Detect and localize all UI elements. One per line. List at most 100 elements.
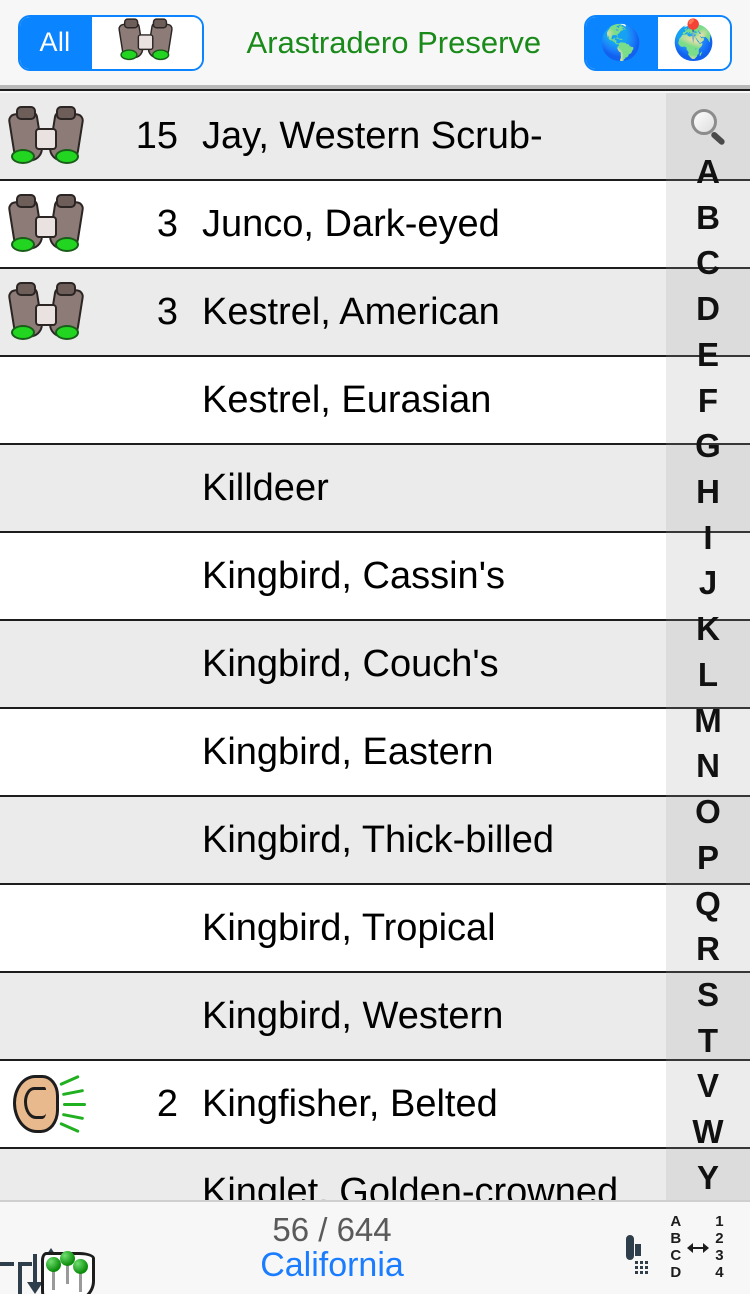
row-name: Kingbird, Tropical: [202, 906, 496, 949]
row-name: Kingbird, Cassin's: [202, 554, 505, 597]
index-letter[interactable]: N: [696, 749, 720, 782]
bottom-toolbar-right: A B C D 1 2 3 4: [626, 1213, 734, 1281]
index-letter[interactable]: A: [696, 155, 720, 188]
list-item[interactable]: Kingbird, Tropical: [0, 885, 750, 973]
row-name: Kestrel, Eurasian: [202, 378, 492, 421]
list-item[interactable]: Kinglet, Golden-crowned: [0, 1149, 750, 1200]
globe-icon: 🌎: [599, 23, 642, 62]
index-letter[interactable]: Q: [695, 887, 721, 920]
calculator-button[interactable]: [626, 1235, 648, 1274]
segment-all-label: All: [39, 27, 71, 57]
index-letter[interactable]: K: [696, 612, 720, 645]
row-status-icon: [0, 444, 96, 532]
calculator-icon: [626, 1235, 648, 1274]
index-letter[interactable]: G: [695, 429, 721, 462]
row-status-icon: [0, 884, 96, 972]
list-item[interactable]: Kingbird, Western: [0, 973, 750, 1061]
index-letter[interactable]: T: [698, 1024, 718, 1057]
sort-number: 4: [715, 1263, 724, 1281]
row-name: Killdeer: [202, 466, 329, 509]
index-letter[interactable]: V: [697, 1069, 719, 1102]
row-status-icon: [0, 620, 96, 708]
sort-letter: D: [670, 1263, 682, 1281]
sort-letter: A: [670, 1213, 682, 1231]
list-item[interactable]: 2 Kingfisher, Belted: [0, 1061, 750, 1149]
sort-mapping-icon: A B C D 1 2 3 4: [660, 1213, 734, 1281]
index-letter[interactable]: B: [696, 201, 720, 234]
row-status-icon: [0, 356, 96, 444]
list-item[interactable]: Kestrel, Eurasian: [0, 357, 750, 445]
row-status-icon: [0, 93, 96, 180]
list-item[interactable]: Kingbird, Cassin's: [0, 533, 750, 621]
row-name: Kestrel, American: [202, 290, 500, 333]
index-letter[interactable]: F: [698, 384, 718, 417]
double-arrow-icon: [687, 1243, 710, 1253]
row-status-icon: [0, 268, 96, 356]
segment-globe-pin[interactable]: 🌍 📍: [658, 16, 730, 69]
sort-mapping-button[interactable]: A B C D 1 2 3 4: [660, 1213, 734, 1281]
row-status-icon: [0, 796, 96, 884]
row-status-icon: [0, 1148, 96, 1200]
binoculars-icon: [7, 194, 89, 254]
index-letter[interactable]: L: [698, 658, 718, 691]
index-letter[interactable]: S: [697, 978, 719, 1011]
filter-segmented-control[interactable]: All: [18, 14, 204, 71]
index-letter[interactable]: D: [696, 292, 720, 325]
index-letter[interactable]: C: [696, 246, 720, 279]
row-status-icon: [0, 972, 96, 1060]
list-item[interactable]: Kingbird, Thick-billed: [0, 797, 750, 885]
sort-letter: B: [670, 1230, 682, 1248]
list-item[interactable]: Kingbird, Couch's: [0, 621, 750, 709]
index-letter[interactable]: P: [697, 841, 719, 874]
segment-all[interactable]: All: [20, 16, 92, 69]
sort-number: 2: [715, 1230, 724, 1248]
index-letter[interactable]: R: [696, 932, 720, 965]
sort-number: 3: [715, 1247, 724, 1264]
record-count: 56 / 644: [272, 1210, 392, 1248]
row-name: Kingbird, Thick-billed: [202, 818, 555, 861]
sort-number: 1: [715, 1213, 724, 1231]
index-search-button[interactable]: [666, 97, 750, 155]
bottom-toolbar: 56 / 644 California A B C D 1 2 3 4: [0, 1200, 750, 1294]
list-item[interactable]: 3 Kestrel, American: [0, 269, 750, 357]
row-count: 3: [156, 290, 178, 333]
row-name: Kingbird, Eastern: [202, 730, 494, 773]
index-letter[interactable]: Y: [697, 1161, 719, 1194]
top-toolbar: All Arastradero Preserve 🌎 🌍 📍: [0, 0, 750, 85]
index-letter[interactable]: E: [697, 338, 719, 371]
row-name: Kingbird, Western: [202, 994, 504, 1037]
row-name: Junco, Dark-eyed: [202, 202, 500, 245]
list-top-divider: [0, 85, 750, 91]
segment-observed[interactable]: [92, 16, 202, 69]
location-segmented-control[interactable]: 🌎 🌍 📍: [583, 14, 732, 71]
sort-letter: C: [670, 1247, 682, 1264]
ear-icon: [7, 1073, 89, 1135]
row-count: 2: [156, 1082, 178, 1125]
app-root: All Arastradero Preserve 🌎 🌍 📍 15 Jay, W…: [0, 0, 750, 1294]
row-status-icon: [0, 532, 96, 620]
index-letter[interactable]: M: [694, 704, 722, 737]
list-item[interactable]: 15 Jay, Western Scrub-: [0, 93, 750, 181]
globe-pin-icon: 🌍 📍: [672, 17, 716, 62]
row-status-icon: [0, 180, 96, 268]
list-item[interactable]: Killdeer: [0, 445, 750, 533]
index-letter[interactable]: J: [699, 566, 717, 599]
index-letter[interactable]: O: [695, 795, 721, 828]
species-list[interactable]: 15 Jay, Western Scrub- 3 Junco, Dark-eye…: [0, 93, 750, 1200]
segment-globe[interactable]: 🌎: [585, 16, 658, 69]
list-item[interactable]: 3 Junco, Dark-eyed: [0, 181, 750, 269]
row-count: 3: [156, 202, 178, 245]
magnifier-icon: [691, 109, 726, 146]
region-label[interactable]: California: [260, 1247, 404, 1284]
list-item[interactable]: Kingbird, Eastern: [0, 709, 750, 797]
alphabet-index-bar[interactable]: A B C D E F G H I J K L M N O P Q R S T …: [666, 93, 750, 1200]
page-title: Arastradero Preserve: [246, 25, 542, 60]
row-status-icon: [0, 708, 96, 796]
index-letters[interactable]: A B C D E F G H I J K L M N O P Q R S T …: [666, 155, 750, 1200]
index-letter[interactable]: H: [696, 475, 720, 508]
index-letter[interactable]: W: [692, 1115, 723, 1148]
index-letter[interactable]: I: [703, 521, 712, 554]
row-name: Jay, Western Scrub-: [202, 114, 543, 157]
row-name: Kingfisher, Belted: [202, 1082, 498, 1125]
row-count: 15: [135, 114, 178, 157]
